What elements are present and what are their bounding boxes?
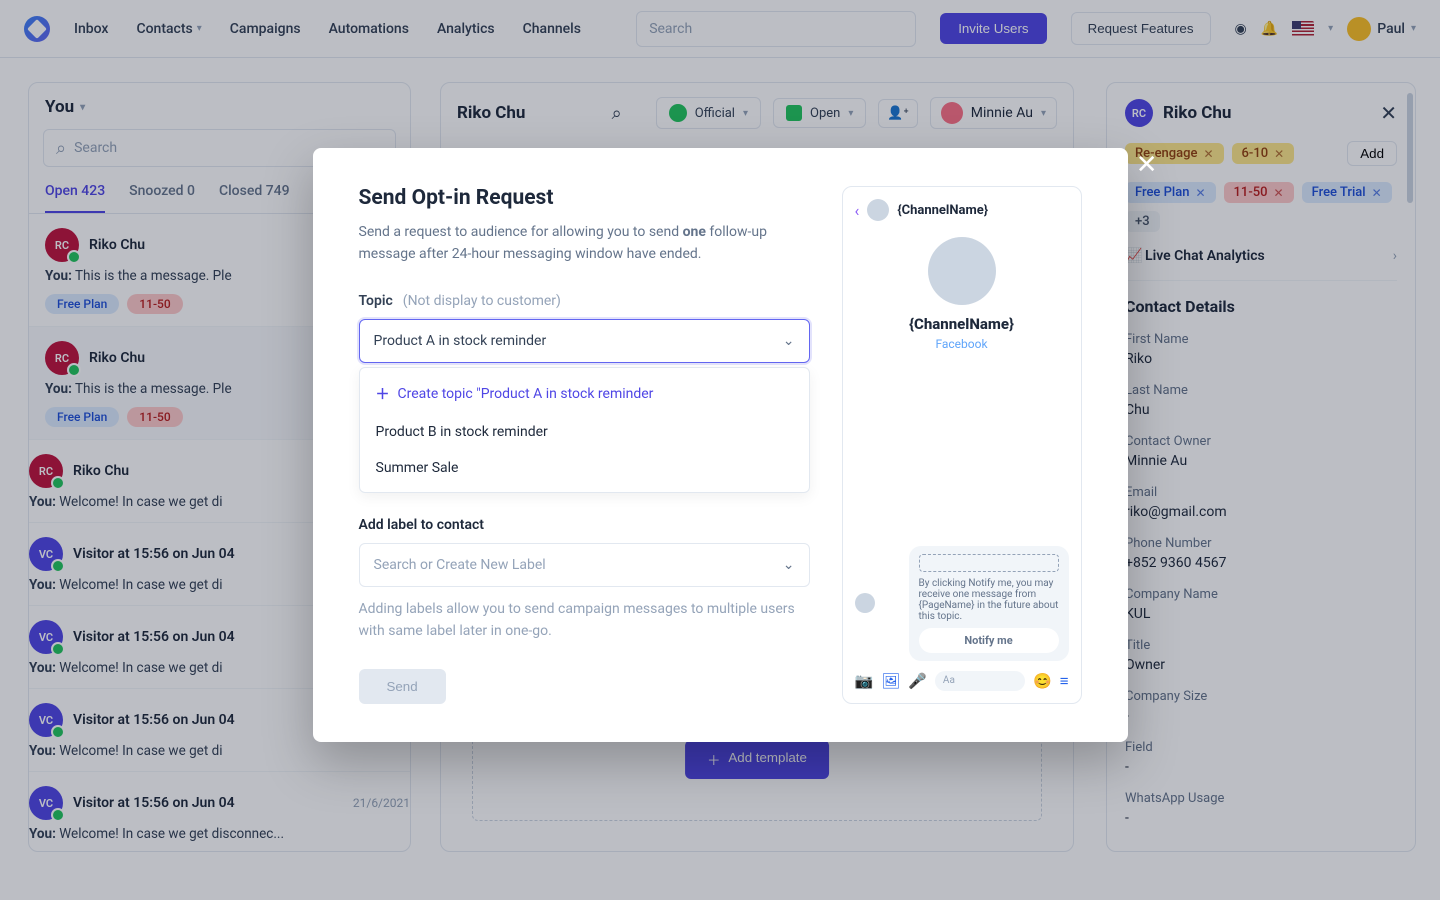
modal-title: Send Opt-in Request <box>359 186 810 210</box>
preview-notify-button: Notify me <box>919 628 1059 653</box>
avatar-icon <box>928 237 996 305</box>
mic-icon: 🎤 <box>908 672 927 690</box>
label-help-text: Adding labels allow you to send campaign… <box>359 599 810 642</box>
modal-overlay[interactable]: ✕ Send Opt-in Request Send a request to … <box>0 0 1440 900</box>
menu-icon: ≡ <box>1060 672 1069 690</box>
label-combobox[interactable]: Search or Create New Label ⌄ <box>359 543 810 587</box>
preview-message-bubble: By clicking Notify me, you may receive o… <box>909 546 1069 661</box>
image-icon: 🖼 <box>881 672 900 690</box>
topic-label: Topic <box>359 293 393 309</box>
label-section-label: Add label to contact <box>359 517 810 533</box>
plus-icon: ＋ <box>376 384 390 404</box>
camera-icon: 📷 <box>855 672 874 690</box>
preview-phone: ‹ {ChannelName} {ChannelName} Facebook B… <box>842 186 1082 704</box>
topic-combobox[interactable]: Product A in stock reminder ⌄ <box>359 319 810 363</box>
topic-hint: (Not display to customer) <box>403 293 561 309</box>
avatar-icon <box>867 199 889 221</box>
chevron-down-icon: ⌄ <box>783 557 795 573</box>
preview-blank-placeholder <box>919 554 1059 572</box>
avatar-icon <box>855 593 875 613</box>
back-icon: ‹ <box>855 201 860 220</box>
topic-dropdown: ＋ Create topic "Product A in stock remin… <box>359 367 810 493</box>
close-icon[interactable]: ✕ <box>1136 150 1158 180</box>
preview-input: Aa <box>935 671 1025 691</box>
topic-option[interactable]: Summer Sale <box>360 450 809 486</box>
send-button[interactable]: Send <box>359 669 446 704</box>
emoji-icon: 😊 <box>1033 672 1052 690</box>
preview-channel-name: {ChannelName} <box>897 203 988 218</box>
topic-option[interactable]: Product B in stock reminder <box>360 414 809 450</box>
modal-subtitle: Send a request to audience for allowing … <box>359 222 810 265</box>
create-topic-option[interactable]: ＋ Create topic "Product A in stock remin… <box>360 374 809 414</box>
preview-channel-name-big: {ChannelName} <box>855 315 1069 333</box>
send-optin-modal: ✕ Send Opt-in Request Send a request to … <box>313 148 1128 742</box>
chevron-down-icon: ⌄ <box>783 333 795 349</box>
preview-platform: Facebook <box>855 337 1069 351</box>
